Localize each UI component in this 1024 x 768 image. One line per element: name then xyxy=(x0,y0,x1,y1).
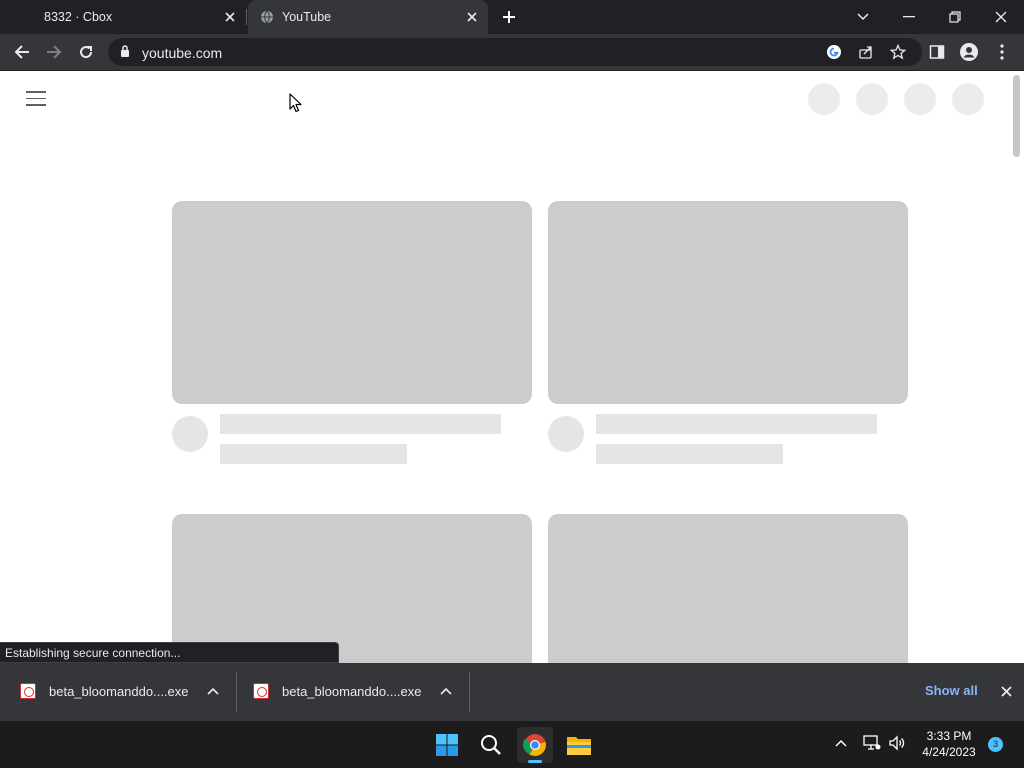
show-hidden-icons-button[interactable] xyxy=(831,733,851,753)
video-thumbnail-placeholder xyxy=(548,201,908,404)
chevron-up-icon xyxy=(835,739,847,747)
minimize-button[interactable] xyxy=(886,0,932,34)
scrollbar-thumb[interactable] xyxy=(1013,75,1020,157)
new-tab-button[interactable] xyxy=(499,7,519,27)
title-placeholder xyxy=(220,414,501,434)
back-button[interactable] xyxy=(10,40,34,64)
browser-toolbar: youtube.com xyxy=(0,34,1024,70)
status-bubble: Establishing secure connection... xyxy=(0,642,339,663)
tab-cbox[interactable]: 8332 · Cbox xyxy=(0,0,246,34)
network-icon[interactable] xyxy=(862,733,882,753)
channel-avatar-placeholder xyxy=(548,416,584,452)
taskbar-clock[interactable]: 3:33 PM 4/24/2023 xyxy=(914,728,984,760)
video-thumbnail-placeholder xyxy=(548,514,908,663)
close-icon[interactable] xyxy=(464,9,480,25)
side-panel-button[interactable] xyxy=(925,40,949,64)
channel-avatar-placeholder xyxy=(172,416,208,452)
tab-youtube[interactable]: YouTube xyxy=(248,0,488,34)
volume-icon[interactable] xyxy=(887,733,907,753)
reload-button[interactable] xyxy=(74,40,98,64)
google-lens-icon[interactable] xyxy=(824,42,844,62)
forward-button[interactable] xyxy=(42,40,66,64)
taskbar-search-button[interactable] xyxy=(473,727,509,763)
tab-search-button[interactable] xyxy=(840,0,886,34)
lock-icon[interactable] xyxy=(120,45,130,58)
tab-title: YouTube xyxy=(282,10,332,24)
download-filename: beta_bloomanddo....exe xyxy=(282,684,422,699)
menu-button[interactable] xyxy=(990,40,1014,64)
windows-logo-icon xyxy=(436,734,458,756)
arrow-right-icon xyxy=(47,45,62,59)
clock-date: 4/24/2023 xyxy=(922,745,976,759)
file-icon xyxy=(253,683,269,699)
address-text[interactable]: youtube.com xyxy=(142,45,222,61)
chrome-icon xyxy=(523,734,546,756)
video-thumbnail-placeholder xyxy=(172,514,532,663)
minimize-icon xyxy=(903,16,915,18)
show-all-downloads-link[interactable]: Show all xyxy=(925,683,978,698)
download-shelf: beta_bloomanddo....exe beta_bloomanddo..… xyxy=(0,663,1024,721)
download-separator xyxy=(469,672,470,712)
file-icon xyxy=(20,683,36,699)
restore-icon xyxy=(949,11,961,23)
arrow-left-icon xyxy=(14,45,29,59)
page-content xyxy=(0,71,1024,663)
restore-button[interactable] xyxy=(932,0,978,34)
share-icon[interactable] xyxy=(856,42,876,62)
meta-placeholder xyxy=(596,444,783,464)
page-scrollbar[interactable] xyxy=(1009,71,1024,663)
close-icon[interactable] xyxy=(222,9,238,25)
header-placeholder xyxy=(808,83,840,115)
meta-placeholder xyxy=(220,444,407,464)
chevron-down-icon xyxy=(857,13,869,21)
bookmark-star-icon[interactable] xyxy=(888,42,908,62)
header-placeholder xyxy=(856,83,888,115)
notification-badge[interactable]: 3 xyxy=(988,737,1003,752)
close-icon[interactable] xyxy=(998,683,1014,699)
active-app-indicator xyxy=(528,760,542,763)
address-bar[interactable]: youtube.com xyxy=(108,38,922,66)
profile-icon xyxy=(960,43,978,61)
hamburger-menu-icon[interactable] xyxy=(26,91,46,107)
taskbar-chrome-button[interactable] xyxy=(517,727,553,763)
chevron-up-icon[interactable] xyxy=(205,683,221,699)
side-panel-icon xyxy=(929,45,945,59)
folder-icon xyxy=(567,737,591,755)
clock-time: 3:33 PM xyxy=(926,729,972,743)
taskbar-file-explorer-button[interactable] xyxy=(561,727,597,763)
video-thumbnail-placeholder xyxy=(172,201,532,404)
reload-icon xyxy=(80,46,93,59)
close-window-button[interactable] xyxy=(978,0,1024,34)
download-item[interactable]: beta_bloomanddo....exe xyxy=(237,663,469,721)
header-placeholder xyxy=(904,83,936,115)
tab-title: 8332 · Cbox xyxy=(44,10,113,24)
tab-strip: 8332 · Cbox YouTube xyxy=(0,0,1024,34)
header-placeholder xyxy=(952,83,984,115)
search-icon xyxy=(481,735,501,755)
close-icon xyxy=(995,11,1007,23)
more-vert-icon xyxy=(1000,44,1004,60)
chevron-up-icon[interactable] xyxy=(438,683,454,699)
download-item[interactable]: beta_bloomanddo....exe xyxy=(0,663,236,721)
download-filename: beta_bloomanddo....exe xyxy=(49,684,189,699)
globe-icon xyxy=(261,10,273,24)
title-placeholder xyxy=(596,414,877,434)
taskbar: 3:33 PM 4/24/2023 3 xyxy=(0,721,1024,768)
plus-icon xyxy=(503,11,515,23)
windows-start-button[interactable] xyxy=(429,727,465,763)
tab-separator xyxy=(246,9,247,25)
mouse-cursor-icon xyxy=(289,93,302,113)
profile-button[interactable] xyxy=(957,40,981,64)
